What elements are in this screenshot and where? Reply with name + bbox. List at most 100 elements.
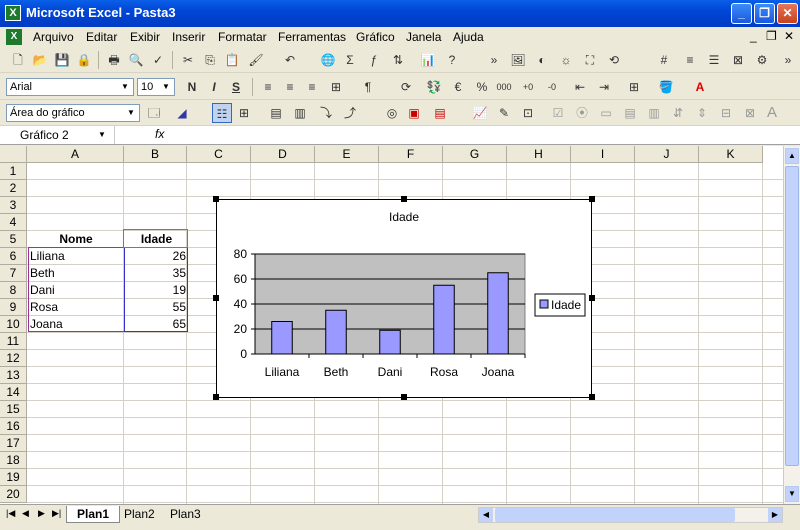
sheet-tab-plan1[interactable]: Plan1	[66, 506, 121, 523]
column-header-j[interactable]: J	[635, 146, 699, 163]
drawing-icon[interactable]: ◎	[382, 103, 402, 123]
undo-icon[interactable]: ↶	[280, 50, 300, 70]
column-header-b[interactable]: B	[124, 146, 187, 163]
chevron-down-icon[interactable]: ▼	[159, 80, 173, 94]
menu-arquivo[interactable]: Arquivo	[33, 30, 74, 44]
row-header-18[interactable]: 18	[0, 452, 27, 469]
resize-handle[interactable]	[401, 394, 407, 400]
select-all-corner[interactable]	[0, 146, 27, 163]
combo-icon[interactable]: ▥	[644, 103, 664, 123]
angle-text-down-icon[interactable]: ⤵	[316, 103, 336, 123]
radio-icon[interactable]: ⦿	[572, 103, 592, 123]
menu-grafico[interactable]: Gráfico	[356, 30, 395, 44]
angle-text-up-icon[interactable]: ⤴	[340, 103, 360, 123]
picture-icon[interactable]: 🖼	[508, 50, 528, 70]
chart-objects-combo[interactable]: Área do gráfico ▼	[6, 104, 140, 122]
decrease-decimal-icon[interactable]: -0	[542, 77, 562, 97]
chevron-down-icon[interactable]: ▼	[124, 106, 138, 120]
row-header-3[interactable]: 3	[0, 197, 27, 214]
more-options-icon[interactable]: »	[778, 50, 798, 70]
copy-icon[interactable]: ⎘	[200, 50, 220, 70]
row-header-7[interactable]: 7	[0, 265, 27, 282]
horizontal-scrollbar[interactable]: ◀ ▶	[478, 507, 783, 523]
minimize-icon[interactable]: _	[731, 3, 752, 24]
lines-icon[interactable]: ☰	[704, 50, 724, 70]
fill-color-icon[interactable]: 🪣	[656, 77, 676, 97]
data-table-icon[interactable]: ⊞	[234, 103, 254, 123]
restore-icon[interactable]: ❐	[754, 3, 775, 24]
resize-handle[interactable]	[213, 394, 219, 400]
line-style-icon[interactable]: ≡	[680, 50, 700, 70]
web-icon[interactable]: ⊡	[518, 103, 538, 123]
menu-ferramentas[interactable]: Ferramentas	[278, 30, 346, 44]
borders-icon[interactable]: ⊞	[624, 77, 644, 97]
font-size-combo[interactable]: 10 ▼	[137, 78, 175, 96]
menu-inserir[interactable]: Inserir	[172, 30, 205, 44]
merge-center-icon[interactable]: ⊞	[326, 77, 346, 97]
autosum-icon[interactable]: Σ	[340, 50, 360, 70]
row-header-10[interactable]: 10	[0, 316, 27, 333]
row-header-11[interactable]: 11	[0, 333, 27, 350]
row-header-1[interactable]: 1	[0, 163, 27, 180]
name-box[interactable]: Gráfico 2 ▼	[0, 126, 115, 144]
scroll-right-icon[interactable]: ▶	[768, 508, 782, 522]
function-icon[interactable]: fx	[155, 127, 164, 141]
column-header-i[interactable]: I	[571, 146, 635, 163]
increase-indent-icon[interactable]: ⇥	[594, 77, 614, 97]
new-icon[interactable]: 🗋	[8, 50, 28, 70]
spinner-icon[interactable]: ⇕	[692, 103, 712, 123]
print-preview-icon[interactable]: 🔍	[126, 50, 146, 70]
help-icon[interactable]: ?	[442, 50, 462, 70]
next-sheet-icon[interactable]: ▶	[38, 508, 45, 519]
by-column-icon[interactable]: ▥	[290, 103, 310, 123]
italic-button[interactable]: I	[204, 77, 224, 97]
row-header-14[interactable]: 14	[0, 384, 27, 401]
row-header-9[interactable]: 9	[0, 299, 27, 316]
crop-icon[interactable]: ⛶	[580, 50, 600, 70]
increase-decimal-icon[interactable]: +0	[518, 77, 538, 97]
resize-handle[interactable]	[213, 196, 219, 202]
cell-a5[interactable]: Nome	[28, 231, 124, 248]
decrease-indent-icon[interactable]: ⇤	[570, 77, 590, 97]
row-header-17[interactable]: 17	[0, 435, 27, 452]
chevron-down-icon[interactable]: ▼	[118, 80, 132, 94]
menu-janela[interactable]: Janela	[406, 30, 441, 44]
resize-handle[interactable]	[589, 295, 595, 301]
chart-type-icon[interactable]: ◢	[172, 103, 192, 123]
resize-handle[interactable]	[213, 295, 219, 301]
scroll-up-icon[interactable]: ▲	[785, 148, 799, 164]
sort-icon[interactable]: ⇅	[388, 50, 408, 70]
currency-style-icon[interactable]: 💱	[424, 77, 444, 97]
column-header-h[interactable]: H	[507, 146, 571, 163]
by-row-icon[interactable]: ▤	[266, 103, 286, 123]
row-header-16[interactable]: 16	[0, 418, 27, 435]
bold-button[interactable]: N	[182, 77, 202, 97]
row-header-6[interactable]: 6	[0, 248, 27, 265]
euro-icon[interactable]: €	[448, 77, 468, 97]
doc-restore-icon[interactable]: ❐	[766, 29, 777, 43]
sheet-tab-plan2[interactable]: Plan2	[114, 506, 165, 523]
percent-icon[interactable]: %	[472, 77, 492, 97]
align-center-icon[interactable]: ≡	[280, 77, 300, 97]
crop2-icon[interactable]: #	[654, 50, 674, 70]
spelling-icon[interactable]: ✓	[148, 50, 168, 70]
edit-chart-icon[interactable]: 📈	[470, 103, 490, 123]
cut-icon[interactable]: ✂	[178, 50, 198, 70]
row-header-20[interactable]: 20	[0, 486, 27, 503]
menu-editar[interactable]: Editar	[86, 30, 117, 44]
orientation-icon[interactable]: ⟳	[396, 77, 416, 97]
sheet-tab-plan3[interactable]: Plan3	[160, 506, 211, 523]
first-sheet-icon[interactable]: |◀	[6, 508, 15, 519]
resize-handle[interactable]	[589, 394, 595, 400]
format-picture-icon[interactable]: ⚙	[752, 50, 772, 70]
h-scroll-thumb[interactable]	[495, 508, 735, 522]
menu-exibir[interactable]: Exibir	[130, 30, 160, 44]
resize-handle[interactable]	[589, 196, 595, 202]
comment-icon[interactable]: ✎	[494, 103, 514, 123]
row-header-15[interactable]: 15	[0, 401, 27, 418]
function-icon[interactable]: ƒ	[364, 50, 384, 70]
rotate-icon[interactable]: ⟲	[604, 50, 624, 70]
paragraph-icon[interactable]: ¶	[358, 77, 378, 97]
last-sheet-icon[interactable]: ▶|	[52, 508, 61, 519]
doc-minimize-icon[interactable]: _	[750, 29, 757, 43]
